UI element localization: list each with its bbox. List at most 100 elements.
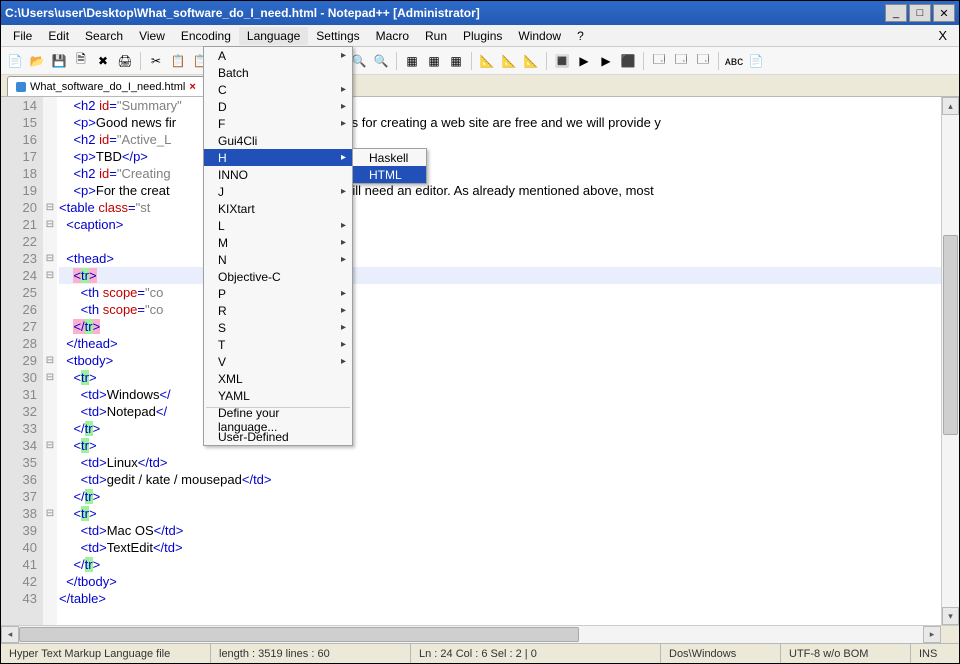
minimize-button[interactable]: _ (885, 4, 907, 22)
lang-item-t[interactable]: T (204, 336, 352, 353)
menu-run[interactable]: Run (417, 27, 455, 45)
toolbar-button[interactable]: 📂 (27, 51, 47, 71)
code-line[interactable]: </tr> (59, 318, 941, 335)
code-line[interactable]: <th scope="co /th> (59, 284, 941, 301)
lang-item-l[interactable]: L (204, 217, 352, 234)
code-line[interactable]: <h2 id="Summary" (59, 97, 941, 114)
lang-item-c[interactable]: C (204, 81, 352, 98)
lang-item-m[interactable]: M (204, 234, 352, 251)
lang-item-j[interactable]: J (204, 183, 352, 200)
scroll-right-button[interactable]: ▸ (923, 626, 941, 643)
code-line[interactable]: <thead> (59, 250, 941, 267)
menu-settings[interactable]: Settings (308, 27, 367, 45)
code-line[interactable]: </tr> (59, 488, 941, 505)
toolbar-button[interactable]: 🖨 (115, 51, 135, 71)
code-line[interactable]: <h2 id="Active_L ning</h2> (59, 131, 941, 148)
code-line[interactable]: <caption> (59, 216, 941, 233)
code-line[interactable]: </table> (59, 590, 941, 607)
toolbar-button[interactable]: ⬛ (618, 51, 638, 71)
secondary-close[interactable]: X (930, 28, 955, 43)
toolbar-button[interactable]: ✂ (146, 51, 166, 71)
lang-sub-haskell[interactable]: Haskell (353, 149, 426, 166)
code-line[interactable]: <td>Linux</td> (59, 454, 941, 471)
lang-item-v[interactable]: V (204, 353, 352, 370)
code-line[interactable]: <p>Good news fir ftware components for c… (59, 114, 941, 131)
titlebar[interactable]: C:\Users\user\Desktop\What_software_do_I… (1, 1, 959, 25)
menu-language[interactable]: Language (239, 27, 308, 45)
lang-item-r[interactable]: R (204, 302, 352, 319)
code-area[interactable]: <h2 id="Summary" <p>Good news fir ftware… (57, 97, 941, 625)
code-line[interactable]: <td>Windows</ (59, 386, 941, 403)
toolbar-button[interactable]: 📐 (499, 51, 519, 71)
lang-item-d[interactable]: D (204, 98, 352, 115)
toolbar-button[interactable]: 🗔 (649, 51, 669, 71)
lang-item-batch[interactable]: Batch (204, 64, 352, 81)
code-line[interactable]: <tr> (59, 437, 941, 454)
code-line[interactable]: <tr> (59, 369, 941, 386)
toolbar-button[interactable]: 🗎 (71, 51, 91, 71)
code-line[interactable]: <th scope="co th> (59, 301, 941, 318)
toolbar-button[interactable]: 🔳 (552, 51, 572, 71)
lang-item-p[interactable]: P (204, 285, 352, 302)
toolbar-button[interactable]: ᴀʙᴄ (724, 51, 744, 71)
code-line[interactable]: <p>For the creat g a web site, you will … (59, 182, 941, 199)
toolbar-button[interactable]: 🔍 (371, 51, 391, 71)
menu-?[interactable]: ? (569, 27, 592, 45)
lang-item-s[interactable]: S (204, 319, 352, 336)
toolbar-button[interactable]: ▶ (596, 51, 616, 71)
code-line[interactable]: <td>Notepad</ (59, 403, 941, 420)
toolbar-button[interactable]: 🗔 (693, 51, 713, 71)
menu-file[interactable]: File (5, 27, 40, 45)
fold-gutter[interactable]: ⊟⊟⊟⊟⊟⊟⊟⊟ (43, 97, 57, 625)
menu-encoding[interactable]: Encoding (173, 27, 239, 45)
close-button[interactable]: ✕ (933, 4, 955, 22)
toolbar-button[interactable]: ▦ (424, 51, 444, 71)
lang-item-h[interactable]: H (204, 149, 352, 166)
lang-item-inno[interactable]: INNO (204, 166, 352, 183)
code-line[interactable]: <p>TBD</p> (59, 148, 941, 165)
code-line[interactable]: </tr> (59, 556, 941, 573)
code-line[interactable]: <tbody> (59, 352, 941, 369)
lang-item-objective-c[interactable]: Objective-C (204, 268, 352, 285)
toolbar-button[interactable]: 📄 (746, 51, 766, 71)
toolbar-button[interactable]: 💾 (49, 51, 69, 71)
toolbar-button[interactable]: 📐 (477, 51, 497, 71)
lang-item-a[interactable]: A (204, 47, 352, 64)
maximize-button[interactable]: □ (909, 4, 931, 22)
code-line[interactable]: <h2 id="Creating iting</h2> (59, 165, 941, 182)
lang-item-xml[interactable]: XML (204, 370, 352, 387)
toolbar-button[interactable]: 🗔 (671, 51, 691, 71)
code-line[interactable]: </tr> (59, 420, 941, 437)
editor[interactable]: 1415161718192021222324252627282930313233… (1, 97, 959, 625)
toolbar-button[interactable]: 📄 (5, 51, 25, 71)
code-line[interactable]: <td>TextEdit</td> (59, 539, 941, 556)
menu-macro[interactable]: Macro (368, 27, 417, 45)
toolbar-button[interactable]: ▦ (446, 51, 466, 71)
menu-search[interactable]: Search (77, 27, 131, 45)
toolbar-button[interactable]: 📐 (521, 51, 541, 71)
menu-plugins[interactable]: Plugins (455, 27, 510, 45)
hscroll-thumb[interactable] (19, 627, 579, 642)
menu-window[interactable]: Window (510, 27, 569, 45)
lang-item-kixtart[interactable]: KIXtart (204, 200, 352, 217)
scroll-left-button[interactable]: ◂ (1, 626, 19, 643)
horizontal-scrollbar[interactable]: ◂ ▸ (1, 625, 959, 643)
toolbar-button[interactable]: ✖ (93, 51, 113, 71)
scroll-track[interactable] (942, 115, 959, 607)
hscroll-track[interactable] (19, 626, 923, 643)
code-line[interactable] (59, 233, 941, 250)
lang-item-define-your-language-[interactable]: Define your language... (204, 411, 352, 428)
lang-item-f[interactable]: F (204, 115, 352, 132)
code-line[interactable]: <td>Mac OS</td> (59, 522, 941, 539)
code-line[interactable]: <tr> (59, 505, 941, 522)
code-line[interactable]: <table class="st (59, 199, 941, 216)
code-line[interactable]: <td>gedit / kate / mousepad</td> (59, 471, 941, 488)
toolbar-button[interactable]: 📋 (168, 51, 188, 71)
scroll-up-button[interactable]: ▴ (942, 97, 959, 115)
code-line[interactable]: </thead> (59, 335, 941, 352)
lang-item-user-defined[interactable]: User-Defined (204, 428, 352, 445)
toolbar-button[interactable]: ▦ (402, 51, 422, 71)
tab-file[interactable]: What_software_do_I_need.html × (7, 76, 205, 96)
lang-item-n[interactable]: N (204, 251, 352, 268)
scroll-down-button[interactable]: ▾ (942, 607, 959, 625)
